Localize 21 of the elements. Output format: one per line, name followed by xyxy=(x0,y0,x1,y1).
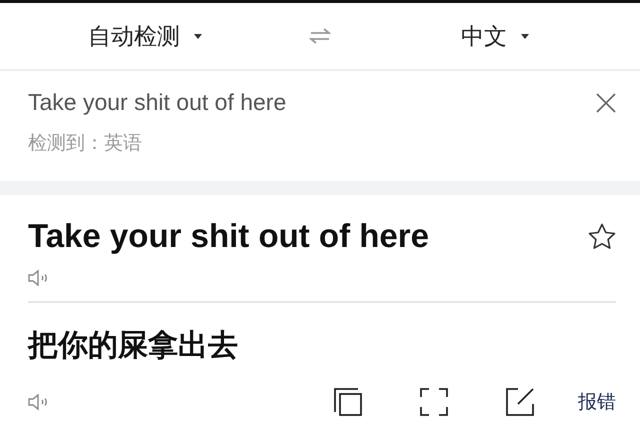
source-language-dropdown[interactable]: 自动检测 xyxy=(84,16,206,56)
copy-icon xyxy=(334,388,362,416)
fullscreen-button[interactable] xyxy=(420,388,448,416)
detected-language: 检测到：英语 xyxy=(28,131,143,156)
caret-icon xyxy=(194,34,202,38)
copy-button[interactable] xyxy=(334,388,362,416)
caret-icon xyxy=(521,34,529,38)
translation-text: 把你的屎拿出去 xyxy=(28,327,239,365)
share-button[interactable] xyxy=(506,388,534,416)
speaker-icon xyxy=(28,269,50,287)
report-error-button[interactable]: 报错 xyxy=(578,389,616,415)
swap-icon xyxy=(309,27,331,45)
close-icon xyxy=(596,92,616,112)
close-button[interactable] xyxy=(596,92,616,112)
share-icon xyxy=(506,388,534,416)
fullscreen-icon xyxy=(420,388,448,416)
source-text: Take your shit out of here xyxy=(28,217,429,255)
star-icon[interactable] xyxy=(588,222,616,250)
swap-languages-button[interactable] xyxy=(309,27,331,45)
input-text: Take your shit out of here xyxy=(28,89,286,116)
target-language-dropdown[interactable]: 中文 xyxy=(457,16,533,56)
